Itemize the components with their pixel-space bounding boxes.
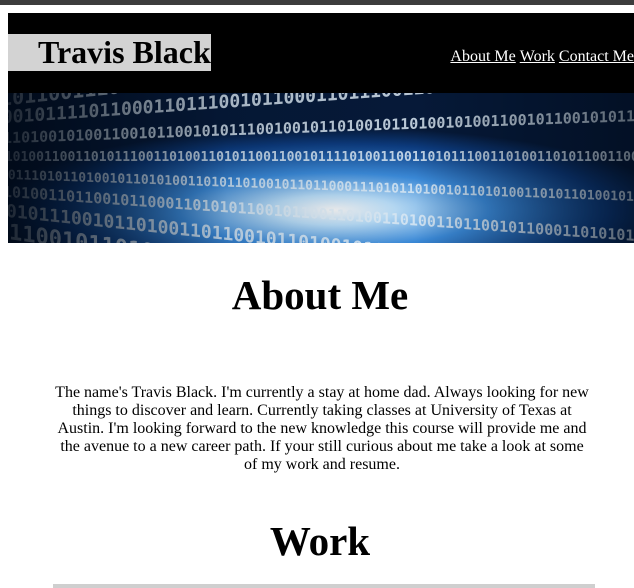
about-heading: About Me xyxy=(231,272,409,318)
banner-image: 0101100111001100010110111000110101100111… xyxy=(8,93,634,243)
about-heading-wrap: About Me xyxy=(0,272,634,318)
about-paragraph: The name's Travis Black. I'm currently a… xyxy=(55,384,589,473)
work-divider xyxy=(53,584,595,588)
nav-link-work[interactable]: Work xyxy=(520,48,555,65)
top-border xyxy=(0,0,634,5)
main-nav: About Me Work Contact Me xyxy=(446,48,634,66)
work-heading: Work xyxy=(269,518,371,564)
nav-link-contact-me[interactable]: Contact Me xyxy=(559,48,634,65)
banner-shade xyxy=(8,93,634,243)
site-header: Travis Black About Me Work Contact Me xyxy=(8,13,634,93)
brand-box: Travis Black xyxy=(8,34,211,71)
binary-tunnel-image: 0101100111001100010110111000110101100111… xyxy=(8,93,634,243)
site-title[interactable]: Travis Black xyxy=(38,34,211,71)
nav-link-about-me[interactable]: About Me xyxy=(450,48,515,65)
